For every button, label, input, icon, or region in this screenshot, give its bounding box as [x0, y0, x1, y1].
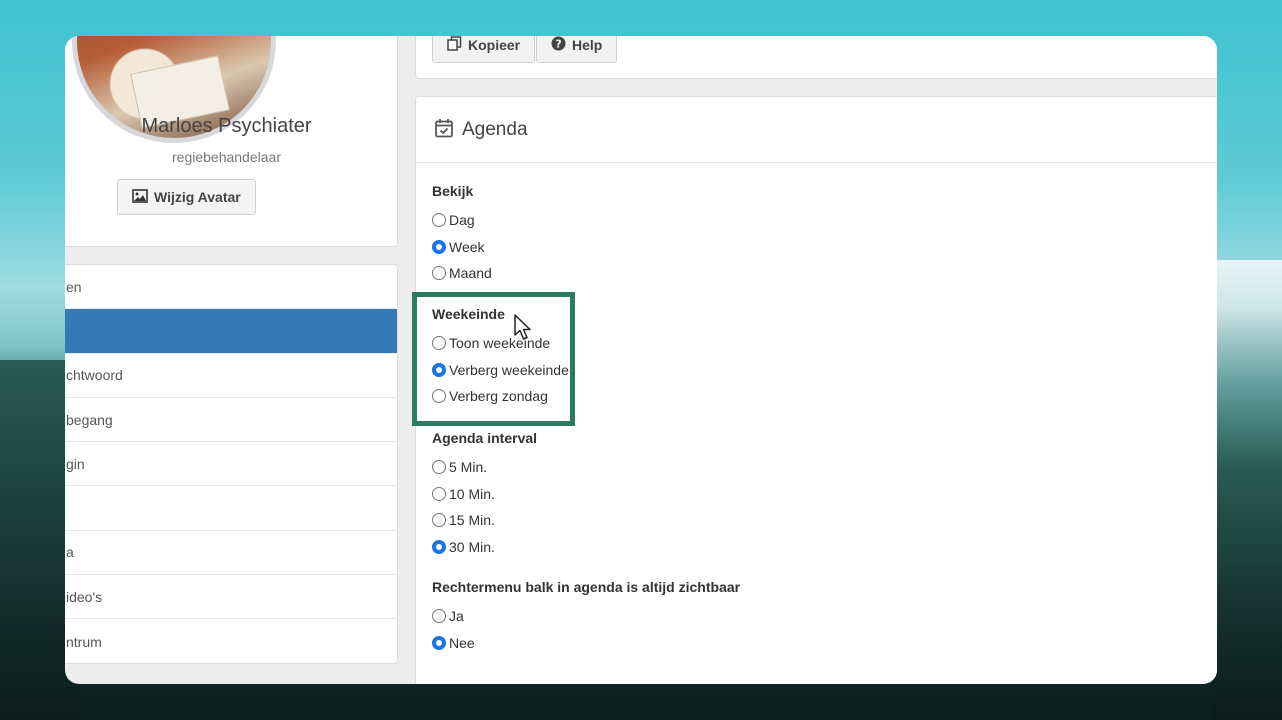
section-label: Weekeinde: [432, 306, 505, 322]
radio-label: 10 Min.: [449, 485, 495, 502]
agenda-header: Agenda: [416, 97, 1217, 163]
radio-label: Dag: [449, 212, 475, 229]
radio-label: Ja: [449, 608, 464, 625]
radio-option[interactable]: 30 Min.: [432, 534, 537, 561]
background-mountains-right: [1212, 260, 1282, 720]
sidebar-item-label: en: [66, 278, 82, 295]
sidebar-item[interactable]: begang: [65, 398, 397, 443]
radio-button[interactable]: [432, 635, 446, 650]
image-icon: [132, 188, 148, 206]
change-avatar-button[interactable]: Wijzig Avatar: [117, 179, 256, 215]
sidebar-item[interactable]: a: [65, 531, 397, 576]
radio-label: 15 Min.: [449, 512, 495, 529]
radio-option[interactable]: 10 Min.: [432, 481, 537, 508]
radio-option[interactable]: 5 Min.: [432, 454, 537, 481]
sidebar-menu: en chtwoord begang gin a ideo's ntrum: [65, 264, 398, 664]
section-label: Rechtermenu balk in agenda is altijd zic…: [432, 579, 741, 595]
settings-section: Agenda interval 5 Min. 10 Min. 15 Min. 30 Mi…: [432, 430, 537, 560]
help-circle-icon: ?: [551, 36, 566, 54]
profile-card: Marloes Psychiater regiebehandelaar Wijz…: [65, 36, 398, 247]
agenda-settings-card: Agenda Bekijk Dag Week Maand Weekeinde Toon w…: [415, 96, 1217, 684]
profile-role: regiebehandelaar: [172, 149, 281, 165]
radio-button[interactable]: [432, 513, 446, 528]
radio-button[interactable]: [432, 266, 446, 281]
settings-section: Bekijk Dag Week Maand: [432, 183, 492, 287]
radio-label: 5 Min.: [449, 459, 488, 476]
calendar-check-icon: [434, 118, 454, 142]
section-label: Bekijk: [432, 183, 474, 199]
radio-button[interactable]: [432, 362, 446, 377]
radio-button[interactable]: [432, 336, 446, 351]
radio-option[interactable]: Maand: [432, 260, 492, 287]
radio-label: Week: [449, 238, 485, 255]
sidebar-item[interactable]: en: [65, 265, 397, 310]
sidebar-item[interactable]: chtwoord: [65, 354, 397, 398]
copy-button[interactable]: Kopieer: [432, 36, 536, 63]
sidebar-item-label: gin: [66, 455, 85, 472]
radio-option[interactable]: Dag: [432, 207, 492, 234]
radio-option[interactable]: Week: [432, 234, 492, 261]
radio-option[interactable]: Nee: [432, 630, 740, 657]
profile-name: Marloes Psychiater: [141, 115, 312, 137]
sidebar-item-label: a: [66, 544, 74, 561]
radio-button[interactable]: [432, 213, 446, 228]
radio-label: Nee: [449, 634, 475, 651]
sidebar-item[interactable]: [65, 309, 397, 354]
radio-option[interactable]: Verberg weekeinde: [432, 357, 569, 384]
radio-label: Verberg zondag: [449, 388, 548, 405]
sidebar-item-label: ntrum: [66, 633, 102, 650]
radio-label: 30 Min.: [449, 538, 495, 555]
sidebar-item-label: ideo's: [66, 588, 103, 605]
radio-button[interactable]: [432, 239, 446, 254]
sidebar-item[interactable]: ntrum: [65, 619, 397, 663]
toolbar-card: Kopieer ? Help: [415, 36, 1217, 79]
app-window: Marloes Psychiater regiebehandelaar Wijz…: [65, 36, 1217, 684]
help-button[interactable]: ? Help: [536, 36, 618, 63]
agenda-title: Agenda: [462, 118, 528, 140]
copy-icon: [447, 36, 462, 54]
radio-button[interactable]: [432, 486, 446, 501]
radio-option[interactable]: Verberg zondag: [432, 383, 569, 410]
radio-label: Toon weekeinde: [449, 335, 551, 352]
radio-button[interactable]: [432, 460, 446, 475]
settings-section: Weekeinde Toon weekeinde Verberg weekeinde…: [432, 306, 569, 410]
svg-text:?: ?: [555, 38, 561, 50]
sidebar-item[interactable]: gin: [65, 442, 397, 487]
radio-button[interactable]: [432, 609, 446, 624]
sidebar-item-label: chtwoord: [66, 367, 123, 384]
radio-label: Verberg weekeinde: [449, 361, 569, 378]
sidebar-item[interactable]: [65, 486, 397, 531]
mouse-cursor-icon: [514, 314, 532, 346]
radio-label: Maand: [449, 265, 492, 282]
sidebar-item[interactable]: ideo's: [65, 575, 397, 620]
radio-option[interactable]: Toon weekeinde: [432, 330, 569, 357]
sidebar-item-label: begang: [66, 411, 113, 428]
settings-section: Rechtermenu balk in agenda is altijd zic…: [432, 579, 740, 656]
copy-label: Kopieer: [468, 37, 521, 53]
radio-button[interactable]: [432, 389, 446, 404]
section-label: Agenda interval: [432, 430, 538, 446]
radio-button[interactable]: [432, 539, 446, 554]
help-label: Help: [572, 37, 603, 53]
radio-option[interactable]: 15 Min.: [432, 507, 537, 534]
radio-option[interactable]: Ja: [432, 603, 740, 630]
change-avatar-label: Wijzig Avatar: [154, 189, 241, 205]
